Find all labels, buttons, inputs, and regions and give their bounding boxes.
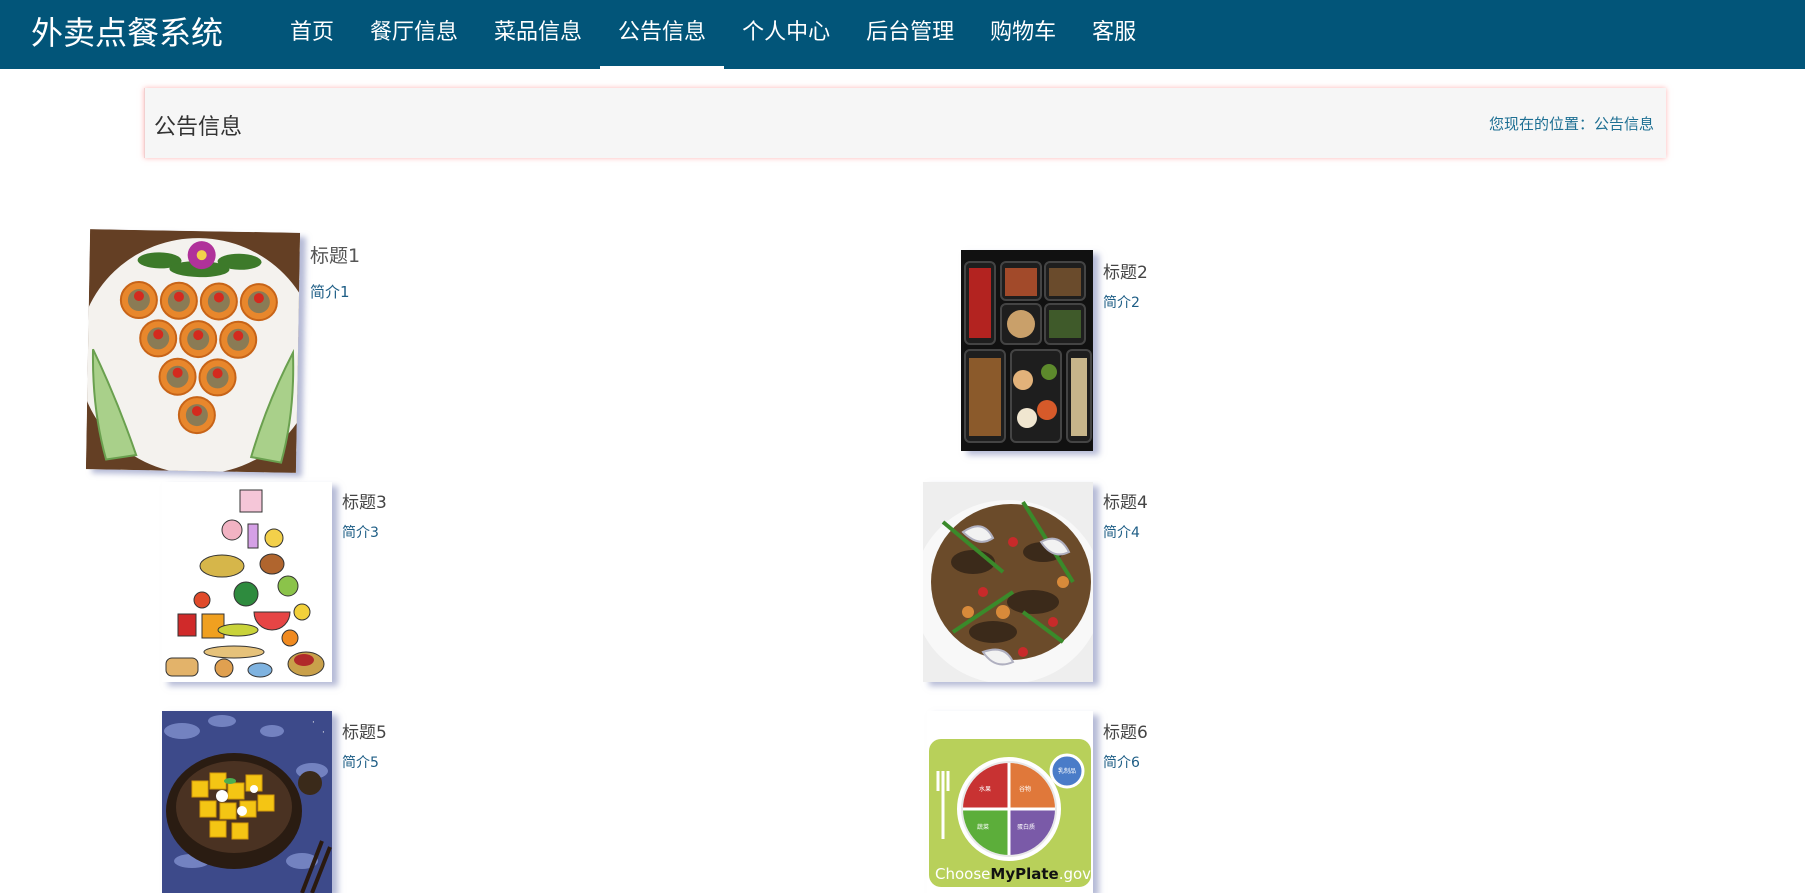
nav-item-service[interactable]: 客服: [1074, 0, 1154, 69]
myplate-label-dairy: 乳制品: [1058, 767, 1076, 775]
notice-image-5[interactable]: · ·: [162, 711, 332, 893]
site-brand[interactable]: 外卖点餐系统: [31, 13, 223, 53]
notice-intro-2: 简介2: [1103, 295, 1140, 311]
myplate-label-fruits: 水果: [979, 785, 991, 793]
myplate-label-protein: 蛋白质: [1017, 823, 1035, 831]
breadcrumb-prefix: 您现在的位置：: [1488, 115, 1594, 133]
nav-item-user-center[interactable]: 个人中心: [724, 0, 848, 69]
nav-item-notices[interactable]: 公告信息: [600, 0, 725, 69]
notice-image-1[interactable]: [85, 229, 301, 473]
notice-intro-4: 简介4: [1103, 525, 1140, 541]
myplate-wordmark: MyPlate: [990, 865, 1058, 883]
notice-title-6[interactable]: 标题6: [1103, 718, 1148, 743]
notice-image-2[interactable]: [961, 250, 1093, 451]
nav-item-dishes[interactable]: 菜品信息: [476, 0, 600, 69]
svg-text:·: ·: [322, 728, 325, 738]
page-title: 公告信息: [154, 115, 243, 140]
notice-intro-6: 简介6: [1103, 755, 1140, 771]
notice-intro-3: 简介3: [342, 525, 379, 541]
notice-title-1[interactable]: 标题1: [310, 241, 360, 268]
main-nav: 首页 餐厅信息 菜品信息 公告信息 个人中心 后台管理 购物车 客服: [272, 0, 1154, 69]
notice-intro-1: 简介1: [310, 283, 350, 301]
notice-image-4[interactable]: [923, 482, 1093, 682]
nav-item-admin[interactable]: 后台管理: [848, 0, 972, 69]
notice-image-3[interactable]: [162, 482, 332, 682]
svg-text:ChooseMyPlate.gov: ChooseMyPlate.gov: [935, 865, 1091, 883]
svg-text:·: ·: [312, 718, 315, 728]
nav-item-cart[interactable]: 购物车: [972, 0, 1074, 69]
myplate-choose: Choose: [935, 865, 990, 883]
myplate-label-vegetables: 蔬菜: [977, 823, 989, 831]
notice-title-5[interactable]: 标题5: [342, 718, 387, 743]
breadcrumb-current[interactable]: 公告信息: [1594, 115, 1654, 133]
notice-intro-5: 简介5: [342, 755, 379, 771]
nav-item-restaurants[interactable]: 餐厅信息: [352, 0, 476, 69]
myplate-label-grains: 谷物: [1019, 785, 1031, 793]
notice-title-3[interactable]: 标题3: [342, 488, 387, 513]
notice-title-4[interactable]: 标题4: [1103, 488, 1148, 513]
top-navbar: 外卖点餐系统 首页 餐厅信息 菜品信息 公告信息 个人中心 后台管理 购物车 客…: [0, 0, 1805, 69]
notice-image-6[interactable]: 水果 谷物 蔬菜 蛋白质 乳制品 ChooseMyPlate.gov: [927, 711, 1093, 893]
breadcrumb: 您现在的位置：公告信息: [1489, 113, 1654, 134]
myplate-gov: .gov: [1059, 865, 1091, 883]
nav-item-home[interactable]: 首页: [272, 0, 352, 69]
breadcrumb-bar: 公告信息 您现在的位置：公告信息: [144, 88, 1666, 158]
notice-title-2[interactable]: 标题2: [1103, 258, 1148, 283]
